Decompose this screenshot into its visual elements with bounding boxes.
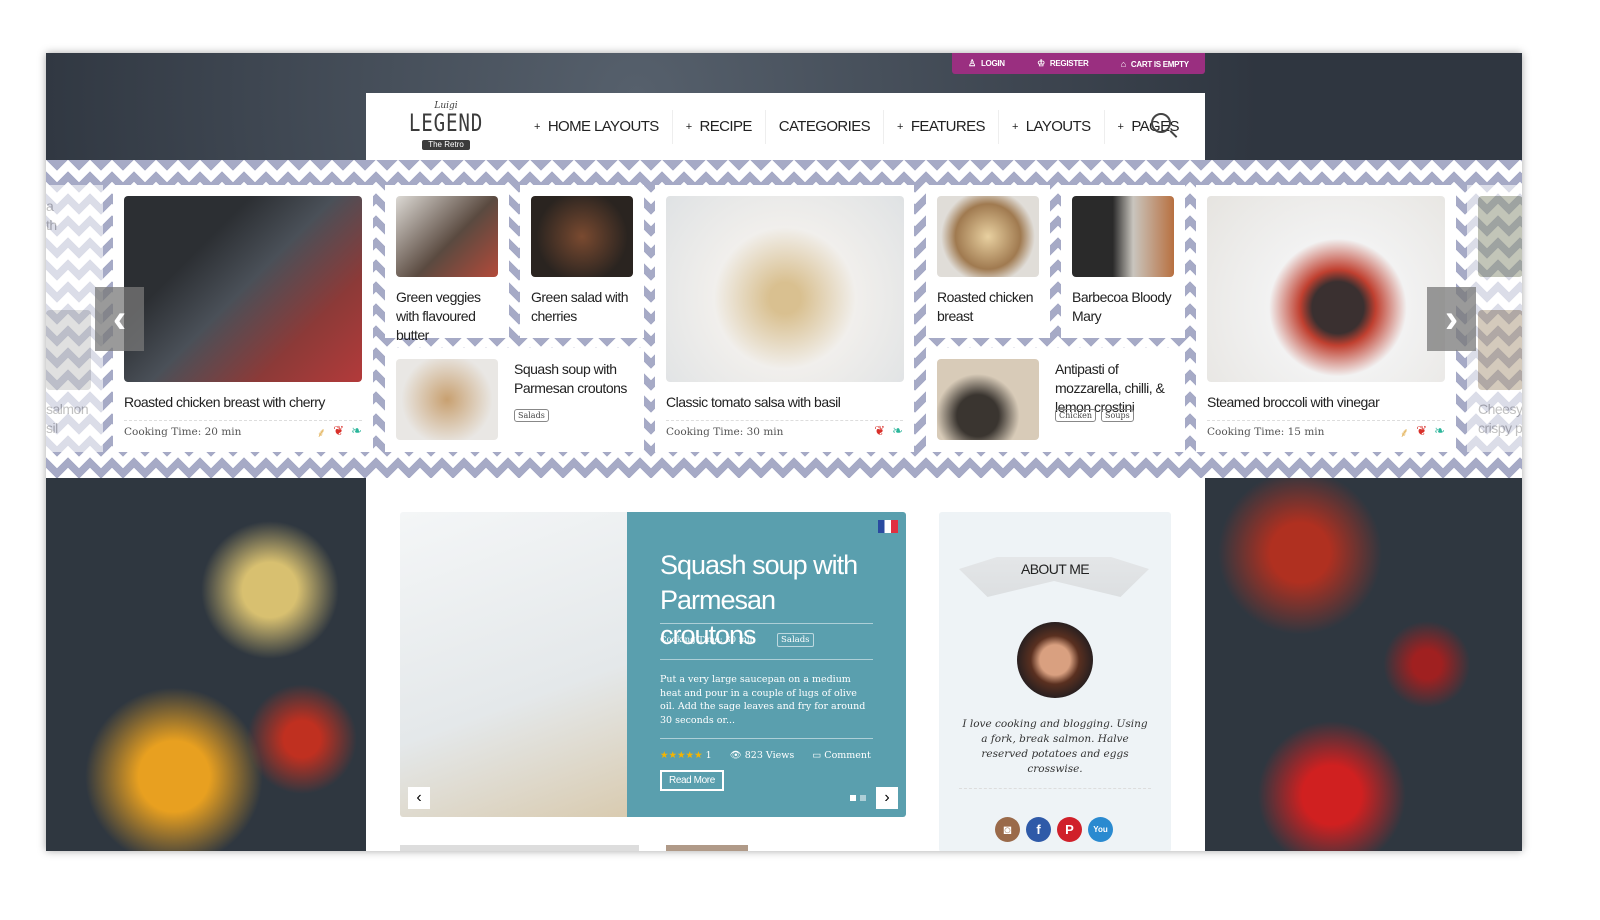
slider-prev-button[interactable]: ‹ bbox=[408, 787, 430, 809]
tag-salads[interactable]: Salads bbox=[777, 633, 814, 647]
youtube-icon[interactable]: You bbox=[1088, 817, 1113, 842]
recipe-image bbox=[937, 196, 1039, 277]
featured-image bbox=[400, 512, 627, 817]
recipe-image bbox=[46, 310, 91, 390]
comment-link[interactable]: ▭ Comment bbox=[812, 749, 871, 763]
recipe-card[interactable]: Classic tomato salsa with basil Cooking … bbox=[655, 185, 914, 452]
nav-recipe[interactable]: + RECIPE bbox=[671, 109, 765, 144]
featured-slider: Squash soup with Parmesan croutons Cooki… bbox=[400, 512, 906, 817]
eye-icon: 👁 bbox=[729, 750, 742, 761]
read-more-button[interactable]: Read More bbox=[660, 770, 724, 791]
recipe-image bbox=[1478, 196, 1522, 277]
login-link[interactable]: ♙ LOGIN bbox=[968, 58, 1005, 69]
instagram-icon[interactable]: ◙ bbox=[995, 817, 1020, 842]
slide-dot[interactable] bbox=[860, 795, 866, 801]
recipe-card[interactable]: Barbecoa Bloody Mary bbox=[1061, 185, 1185, 338]
recipe-image bbox=[531, 196, 633, 277]
chef-hat-icon: ♔ bbox=[1037, 58, 1045, 68]
recipe-image bbox=[1207, 196, 1445, 382]
slide-dot-active[interactable] bbox=[850, 795, 856, 801]
recipe-image bbox=[666, 196, 904, 382]
register-link[interactable]: ♔ REGISTER bbox=[1037, 58, 1089, 69]
nav-categories[interactable]: CATEGORIES bbox=[764, 109, 883, 144]
tag-salads[interactable]: Salads bbox=[514, 409, 549, 422]
recipe-image bbox=[1478, 310, 1522, 390]
basket-icon: ⌂ bbox=[1120, 58, 1126, 69]
pinterest-icon[interactable]: P bbox=[1057, 817, 1082, 842]
recipe-image bbox=[1072, 196, 1174, 277]
featured-panel: Squash soup with Parmesan croutons Cooki… bbox=[627, 512, 906, 817]
leaf-icon: ❧ bbox=[351, 423, 362, 438]
comment-icon: ▭ bbox=[812, 750, 822, 761]
recipe-card[interactable]: Green salad with cherries bbox=[520, 185, 644, 338]
author-avatar bbox=[1017, 622, 1093, 698]
cart-link[interactable]: ⌂ CART IS EMPTY bbox=[1121, 59, 1189, 69]
search-icon[interactable] bbox=[1151, 113, 1171, 133]
leaf-icon: ❧ bbox=[892, 423, 903, 438]
nav-layouts[interactable]: + LAYOUTS bbox=[997, 109, 1104, 144]
tag-chicken[interactable]: Chicken bbox=[1055, 409, 1097, 422]
nav-home-layouts[interactable]: + HOME LAYOUTS bbox=[521, 110, 672, 144]
main-nav: + HOME LAYOUTS + RECIPE CATEGORIES + FEATUR… bbox=[521, 109, 1192, 144]
recipe-card[interactable]: Antipasti of mozzarella, chilli, & lemon… bbox=[926, 348, 1185, 452]
browser-frame: ♙ LOGIN ♔ REGISTER ⌂ CART IS EMPTY Luigi LE… bbox=[46, 53, 1522, 851]
recipe-image bbox=[124, 196, 362, 382]
site-header: Luigi LEGEND The Retro + HOME LAYOUTS + RE… bbox=[366, 93, 1205, 160]
chili-icon: ❦ bbox=[1416, 423, 1428, 438]
recipe-image bbox=[396, 196, 498, 277]
tag-soups[interactable]: Soups bbox=[1101, 409, 1134, 422]
recipe-card[interactable]: Roasted chicken breast with cherry Cooki… bbox=[113, 185, 373, 452]
next-post-thumb bbox=[400, 845, 639, 851]
spices-background-image bbox=[46, 478, 366, 851]
rating-stars[interactable]: ★★★★★ bbox=[660, 750, 703, 761]
leaf-icon: ❧ bbox=[1434, 423, 1445, 438]
recipe-card[interactable]: Green veggies with flavoured butter bbox=[385, 185, 509, 343]
site-logo[interactable]: Luigi LEGEND The Retro bbox=[396, 102, 496, 151]
recipe-card[interactable]: Steamed broccoli with vinegar Cooking Ti… bbox=[1196, 185, 1456, 452]
chili-icon: ❦ bbox=[333, 423, 345, 438]
account-bar: ♙ LOGIN ♔ REGISTER ⌂ CART IS EMPTY bbox=[952, 53, 1205, 74]
slider-next-button[interactable]: › bbox=[876, 787, 898, 809]
french-flag-icon[interactable] bbox=[878, 520, 898, 533]
carousel-prev-button[interactable]: ‹ bbox=[95, 287, 144, 351]
wheat-icon: ⸙ bbox=[316, 425, 327, 440]
about-me-widget: ABOUT ME I love cooking and blogging. Us… bbox=[939, 512, 1171, 851]
recipe-carousel: a th salmon sil Roasted chicken breast w… bbox=[46, 160, 1522, 478]
recipe-card[interactable]: Roasted chicken breast bbox=[926, 185, 1050, 338]
tomatoes-background-image bbox=[1205, 478, 1522, 851]
recipe-image bbox=[396, 359, 498, 440]
main-content: Squash soup with Parmesan croutons Cooki… bbox=[366, 478, 1205, 851]
recipe-image bbox=[937, 359, 1039, 440]
wheat-icon: ⸙ bbox=[1399, 425, 1410, 440]
carousel-next-button[interactable]: › bbox=[1427, 287, 1476, 351]
chili-icon: ❦ bbox=[874, 423, 886, 438]
facebook-icon[interactable]: f bbox=[1026, 817, 1051, 842]
recipe-card[interactable]: Squash soup with Parmesan croutons Salad… bbox=[385, 348, 644, 452]
nav-pages[interactable]: + PAGES bbox=[1103, 109, 1192, 144]
next-post-thumb bbox=[666, 845, 748, 851]
nav-features[interactable]: + FEATURES bbox=[883, 109, 998, 144]
user-icon: ♙ bbox=[968, 58, 976, 68]
